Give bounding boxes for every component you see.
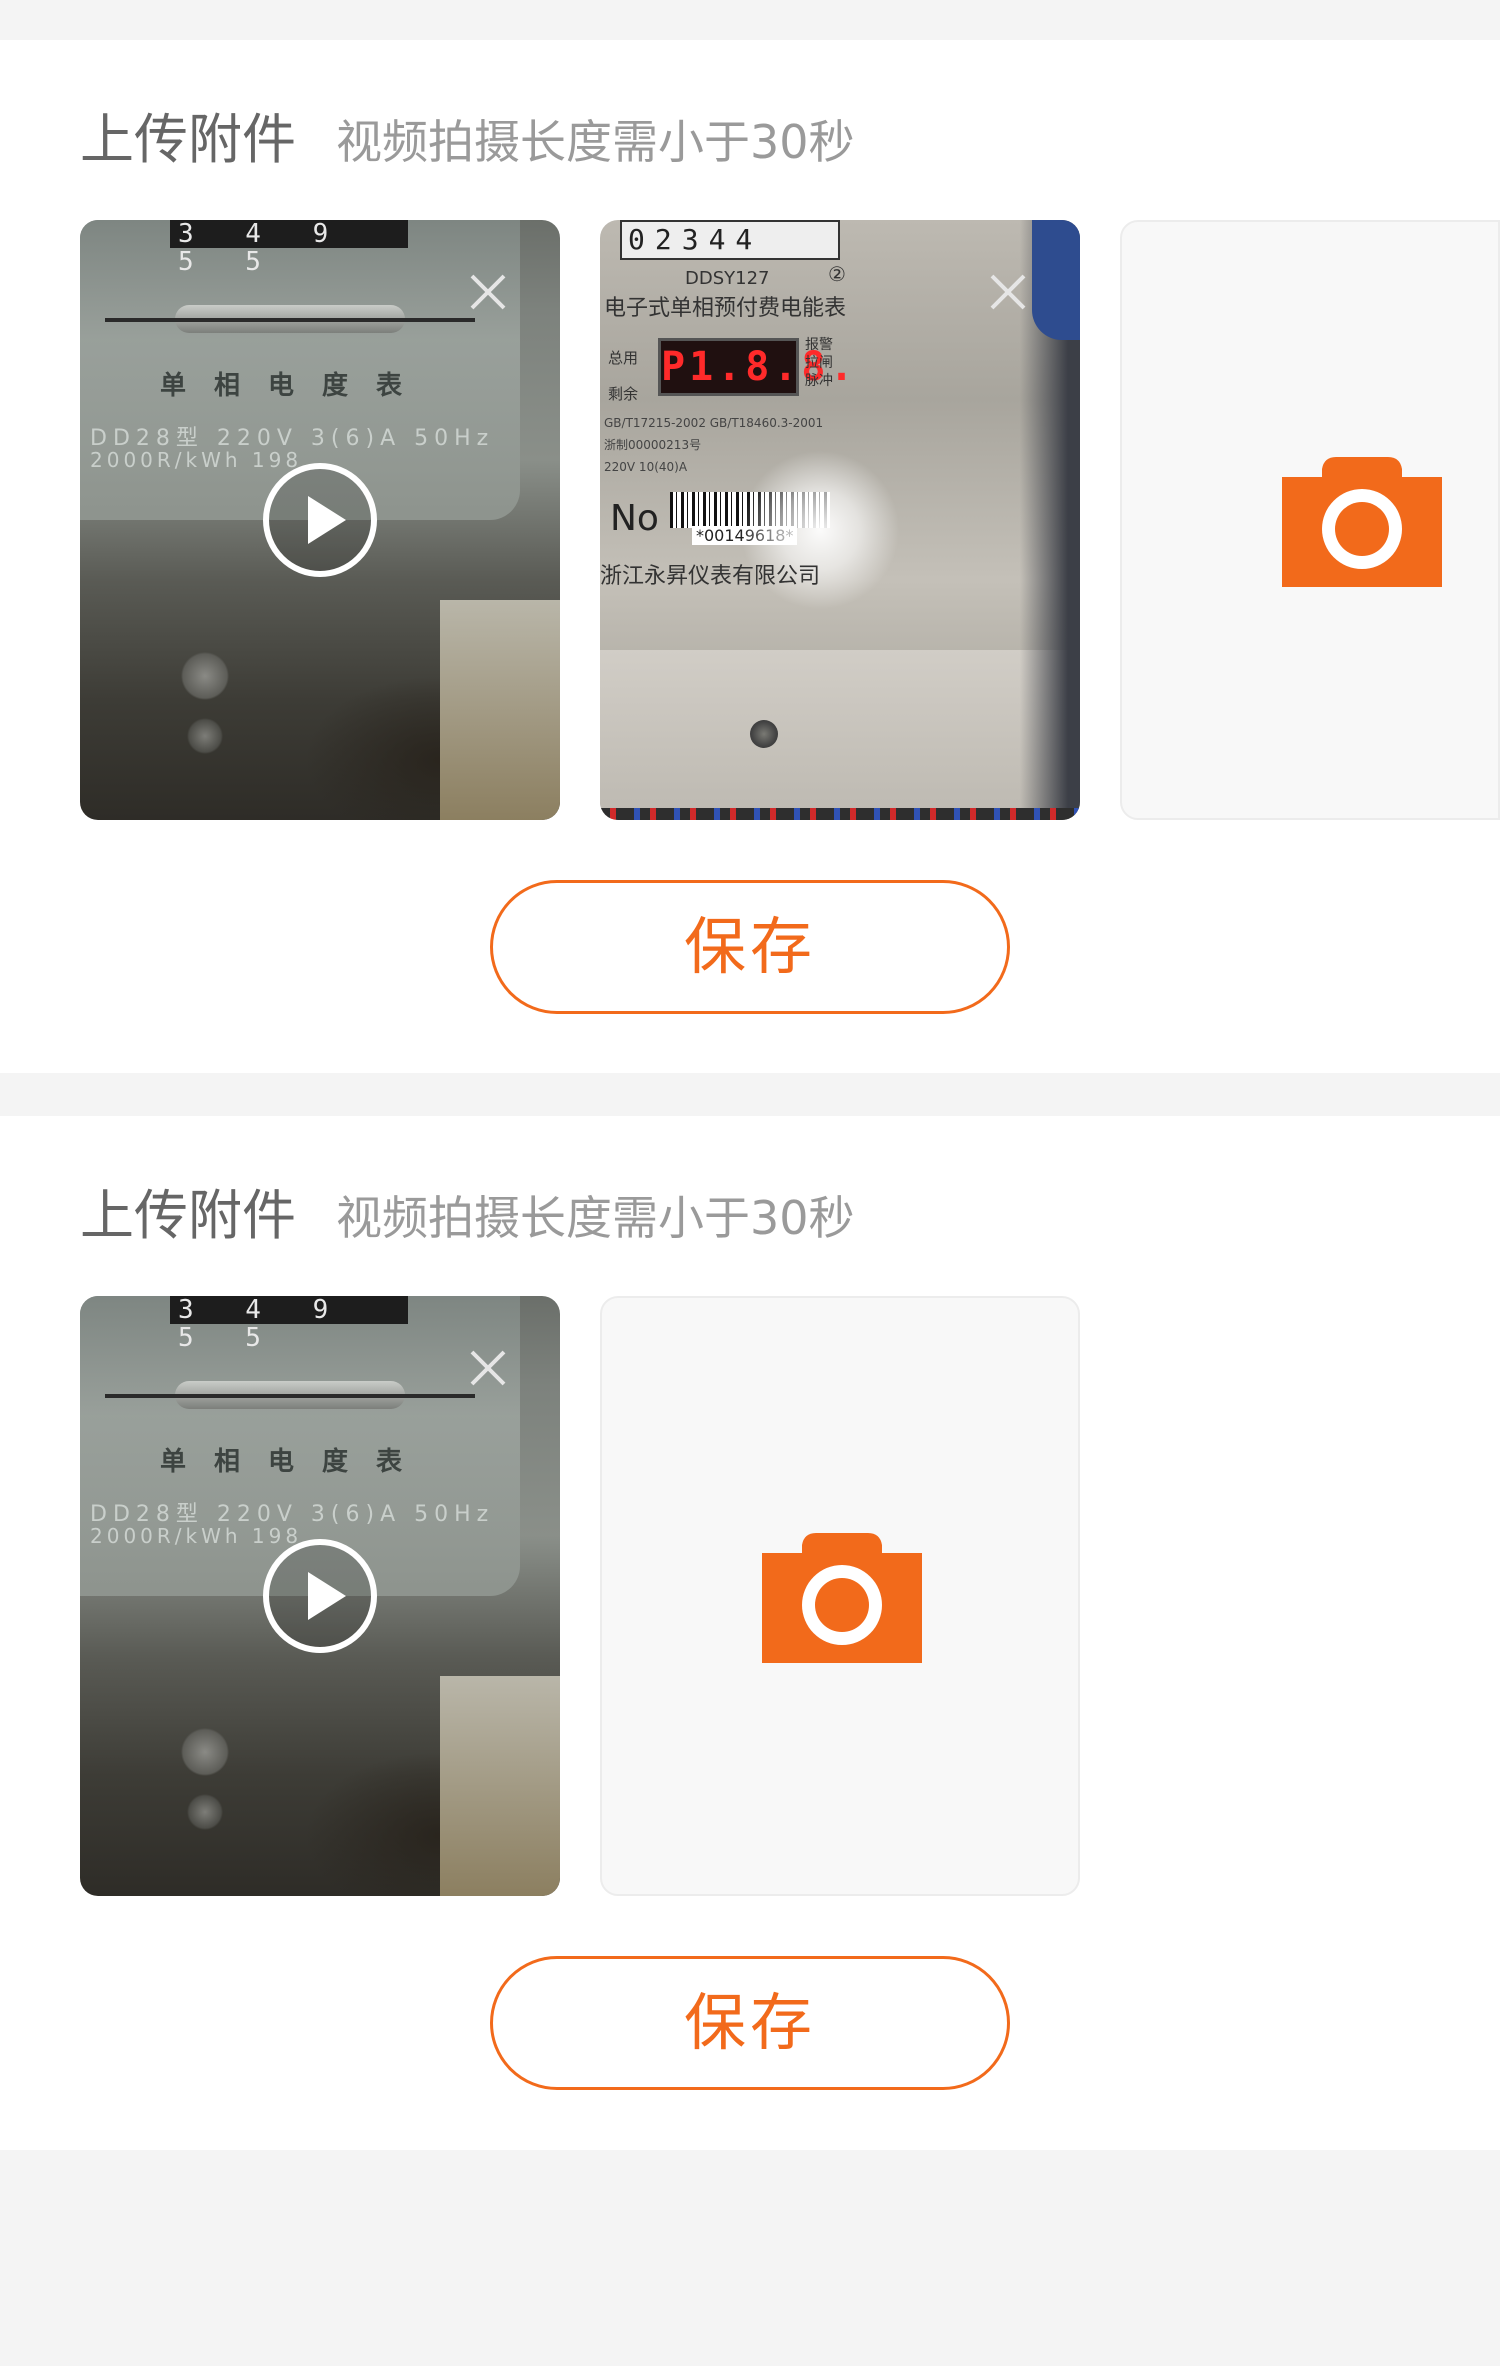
meter-label: 单相电度表 xyxy=(160,1447,431,1477)
meter-screw xyxy=(750,720,778,748)
section-subtitle: 视频拍摄长度需小于30秒 xyxy=(336,115,855,169)
meter-needle xyxy=(105,318,475,322)
image-thumbnail[interactable]: 02344 DDSY127 ② 电子式单相预付费电能表 总用 剩余 P1.8.8… xyxy=(600,220,1080,820)
section-title: 上传附件 xyxy=(80,1184,296,1247)
meter-lower-body xyxy=(600,650,1080,820)
camera-icon xyxy=(1282,457,1442,587)
meter-cables xyxy=(600,808,1080,820)
meter-needle xyxy=(105,1394,475,1398)
meter-name: 电子式单相预付费电能表 xyxy=(604,296,847,321)
meter-circle-number: ② xyxy=(828,262,846,286)
play-icon[interactable] xyxy=(260,1536,380,1656)
meter-lcd: P1.8.8. xyxy=(658,338,854,396)
attachment-section-2: 上传附件 视频拍摄长度需小于30秒 3 4 9 5 5 单相电度表 DD28型 … xyxy=(0,1116,1500,2150)
save-button[interactable]: 保存 xyxy=(490,880,1010,1014)
blue-tag xyxy=(1032,220,1080,340)
close-icon[interactable] xyxy=(466,270,510,314)
close-icon[interactable] xyxy=(466,1346,510,1390)
wall-background xyxy=(440,600,560,820)
section-header: 上传附件 视频拍摄长度需小于30秒 xyxy=(80,1176,855,1256)
section-title: 上传附件 xyxy=(80,108,296,171)
section-subtitle: 视频拍摄长度需小于30秒 xyxy=(336,1191,855,1245)
meter-no-label: No xyxy=(610,498,659,539)
lcd-left-labels: 总用 剩余 xyxy=(608,349,639,403)
meter-screws xyxy=(170,640,240,760)
meter-label: 单相电度表 xyxy=(160,371,431,401)
meter-screws xyxy=(170,1716,240,1836)
section-header: 上传附件 视频拍摄长度需小于30秒 xyxy=(80,100,855,180)
add-attachment-button[interactable] xyxy=(1120,220,1500,820)
meter-model: DDSY127 xyxy=(685,268,770,289)
wall-background xyxy=(440,1676,560,1896)
meter-top-digits: 02344 xyxy=(620,220,840,260)
add-attachment-button[interactable] xyxy=(600,1296,1080,1896)
play-icon[interactable] xyxy=(260,460,380,580)
meter-spec-line: GB/T17215-2002 GB/T18460.3-2001 xyxy=(604,416,824,430)
attachment-section-1: 上传附件 视频拍摄长度需小于30秒 3 4 9 5 5 单相电度表 DD28型 … xyxy=(0,40,1500,1073)
camera-icon xyxy=(762,1533,922,1663)
video-thumbnail[interactable]: 3 4 9 5 5 单相电度表 DD28型 220V 3(6)A 50Hz 20… xyxy=(80,220,560,820)
meter-digits: 3 4 9 5 5 xyxy=(170,220,408,276)
video-thumbnail[interactable]: 3 4 9 5 5 单相电度表 DD28型 220V 3(6)A 50Hz 20… xyxy=(80,1296,560,1896)
meter-maker: 浙江永昇仪表有限公司 xyxy=(600,564,821,589)
save-button[interactable]: 保存 xyxy=(490,1956,1010,2090)
close-icon[interactable] xyxy=(986,270,1030,314)
meter-digits: 3 4 9 5 5 xyxy=(170,1296,408,1352)
lcd-right-labels: 报警 拉闸 脉冲 xyxy=(805,337,833,389)
